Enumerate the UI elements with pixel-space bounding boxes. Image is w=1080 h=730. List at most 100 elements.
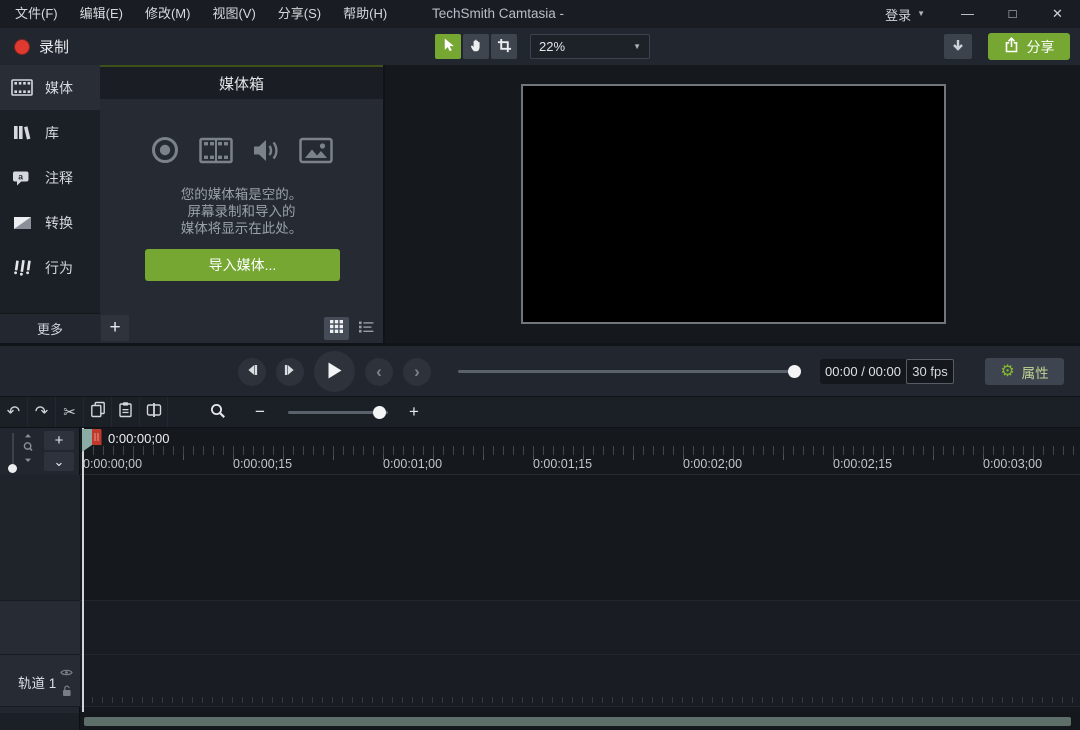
timeline-toolbar: ↶ ↷ ✂ − +: [0, 396, 1080, 428]
timeline-zoom-in-button[interactable]: +: [402, 402, 426, 422]
canvas-zoom-select[interactable]: 22% ▼: [530, 34, 650, 59]
step-forward-icon: [283, 363, 297, 380]
share-label: 分享: [1026, 38, 1055, 55]
paste-button[interactable]: [112, 397, 140, 427]
media-bin-title: 媒体箱: [218, 75, 264, 93]
copy-button[interactable]: [84, 397, 112, 427]
playhead-marker[interactable]: [82, 429, 102, 456]
timeline-ruler[interactable]: 0:00:00;00 0:00:00;00 0:00:00;15 0:00:01…: [80, 428, 1080, 475]
ruler-label: 0:00:03;00: [983, 457, 1043, 471]
playhead-line[interactable]: [82, 428, 84, 712]
playhead-time-label: 0:00:00;00: [108, 431, 170, 446]
menu-modify[interactable]: 修改(M): [134, 0, 202, 28]
redo-button[interactable]: ↷: [28, 397, 56, 427]
timeline-zoom-out-button[interactable]: −: [248, 402, 272, 422]
gear-icon: ⚙: [1000, 362, 1015, 380]
camtasia-window: 文件(F) 编辑(E) 修改(M) 视图(V) 分享(S) 帮助(H) Tech…: [0, 0, 1080, 730]
list-view-icon: [359, 321, 374, 336]
sidebar-item-transitions[interactable]: 转换: [0, 200, 100, 245]
step-forward-button[interactable]: [276, 357, 304, 386]
record-button[interactable]: 录制: [8, 32, 75, 61]
vertical-zoom-knob[interactable]: [8, 464, 17, 473]
window-controls: 登录 ▼ — □ ✕: [879, 0, 1080, 28]
crop-tool-button[interactable]: [491, 34, 517, 59]
ruler-label: 0:00:00;15: [233, 457, 293, 471]
close-button[interactable]: ✕: [1035, 0, 1080, 28]
window-title: TechSmith Camtasia -: [432, 6, 565, 21]
seek-slider[interactable]: [458, 365, 801, 378]
top-toolbar: 录制 22% ▼ 分享: [0, 28, 1080, 65]
horizontal-scrollbar-thumb[interactable]: [84, 717, 1071, 726]
lock-icon[interactable]: [62, 685, 72, 700]
download-button[interactable]: [944, 34, 972, 59]
track-lane-empty: [80, 600, 1080, 655]
horizontal-scrollbar: [80, 713, 1080, 730]
fps-display: 30 fps: [906, 359, 954, 384]
menu-edit[interactable]: 编辑(E): [69, 0, 134, 28]
track-1-label: 轨道 1: [18, 676, 57, 691]
sidebar-item-label: 行为: [45, 259, 73, 276]
signin-menu[interactable]: 登录 ▼: [879, 5, 931, 24]
menu-file[interactable]: 文件(F): [4, 0, 69, 28]
split-icon: [146, 402, 162, 423]
sidebar-item-annotations[interactable]: a 注释: [0, 155, 100, 200]
menu-help[interactable]: 帮助(H): [332, 0, 398, 28]
gutter-upper-area: [0, 475, 80, 600]
seek-slider-knob[interactable]: [788, 365, 801, 378]
eye-icon[interactable]: [60, 665, 73, 680]
sidebar-item-library[interactable]: 库: [0, 110, 100, 155]
canvas-zoom-value: 22%: [539, 39, 566, 54]
maximize-button[interactable]: □: [990, 0, 1035, 28]
previous-marker-button[interactable]: ‹: [365, 357, 393, 386]
timeline-zoom-controls: − +: [210, 402, 426, 422]
track-lane-1: [80, 655, 1080, 707]
sidebar-more-button[interactable]: 更多: [0, 313, 100, 343]
callout-icon: a: [10, 170, 34, 186]
canvas-area: [385, 65, 1080, 343]
crop-icon: [497, 38, 512, 56]
empty-line-1: 您的媒体箱是空的。: [180, 187, 303, 202]
share-button[interactable]: 分享: [988, 33, 1070, 60]
cursor-icon: [441, 37, 456, 56]
ruler-label: 0:00:02;15: [833, 457, 893, 471]
sidebar: 媒体 库 a 注释 转换 行为 更多: [0, 65, 100, 343]
ruler-label: 0:00:00;00: [83, 457, 143, 471]
track-header-empty: [0, 600, 80, 655]
toolbar-right: 分享: [944, 33, 1070, 60]
ruler-label: 0:00:01;15: [533, 457, 593, 471]
play-icon: [326, 361, 343, 383]
step-backward-button[interactable]: [238, 357, 266, 386]
pan-tool-button[interactable]: [463, 34, 489, 59]
timeline-zoom-slider[interactable]: [288, 405, 388, 419]
sidebar-item-label: 库: [45, 124, 59, 141]
next-marker-button[interactable]: ›: [403, 357, 431, 386]
timeline-zoom-knob[interactable]: [373, 405, 386, 419]
menu-view[interactable]: 视图(V): [201, 0, 266, 28]
more-label: 更多: [36, 322, 63, 337]
svg-text:a: a: [18, 171, 23, 181]
undo-button[interactable]: ↶: [0, 397, 28, 427]
properties-button[interactable]: ⚙ 属性: [985, 358, 1064, 385]
play-button[interactable]: [314, 351, 355, 392]
signin-label: 登录: [885, 7, 912, 23]
cut-button[interactable]: ✂: [56, 397, 84, 427]
menu-share[interactable]: 分享(S): [267, 0, 332, 28]
menubar: 文件(F) 编辑(E) 修改(M) 视图(V) 分享(S) 帮助(H) Tech…: [0, 0, 1080, 28]
time-display: 00:00 / 00:00: [820, 359, 906, 384]
copy-icon: [90, 401, 106, 423]
add-media-button[interactable]: +: [101, 315, 129, 341]
split-button[interactable]: [140, 397, 168, 427]
minimize-button[interactable]: —: [945, 0, 990, 28]
image-icon: [299, 137, 333, 167]
cursor-tool-button[interactable]: [435, 34, 461, 59]
collapse-tracks-button[interactable]: ⌄: [44, 452, 74, 471]
list-view-button[interactable]: [354, 317, 379, 340]
vertical-zoom-slider[interactable]: [12, 433, 14, 466]
import-media-button[interactable]: 导入媒体...: [145, 249, 340, 281]
sidebar-item-media[interactable]: 媒体: [0, 65, 100, 110]
track-height-zoom-icon: [22, 433, 34, 466]
add-track-button[interactable]: +: [44, 431, 74, 450]
library-icon: [10, 124, 34, 141]
sidebar-item-behaviors[interactable]: 行为: [0, 245, 100, 290]
grid-view-button[interactable]: [324, 316, 349, 340]
